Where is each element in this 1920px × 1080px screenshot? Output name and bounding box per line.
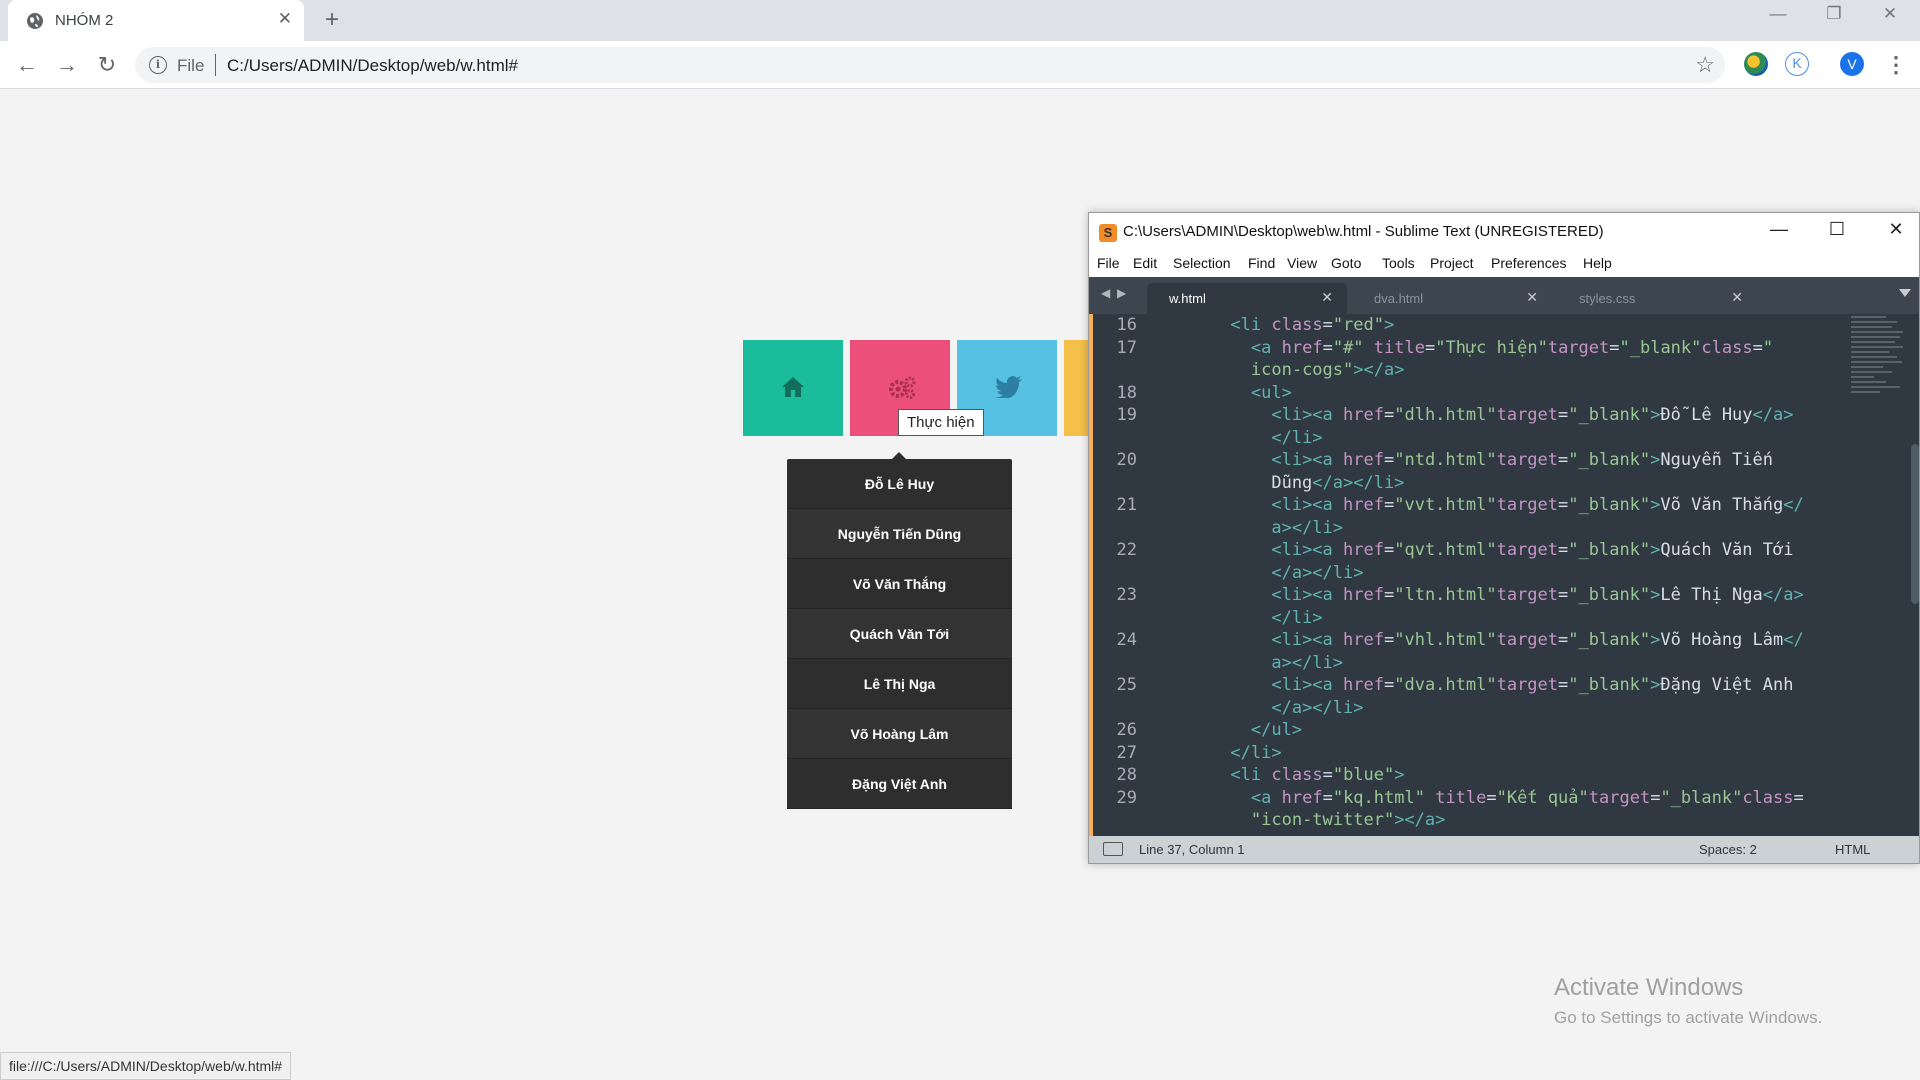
submenu-item[interactable]: Lê Thị Nga xyxy=(787,659,1012,709)
address-scheme: File xyxy=(177,56,205,75)
submenu-arrow xyxy=(892,452,906,459)
menu-view[interactable]: View xyxy=(1287,255,1317,271)
back-icon[interactable]: ← xyxy=(13,51,41,79)
activate-windows-subtitle: Go to Settings to activate Windows. xyxy=(1554,1008,1823,1027)
status-position: Line 37, Column 1 xyxy=(1139,842,1245,857)
sublime-maximize-icon[interactable]: ☐ xyxy=(1817,219,1857,240)
menu-project[interactable]: Project xyxy=(1430,255,1474,271)
submenu-item[interactable]: Võ Văn Thắng xyxy=(787,559,1012,609)
tab-nav-right-icon[interactable]: ▶ xyxy=(1117,286,1126,300)
tooltip: Thực hiện xyxy=(898,409,984,436)
sublime-window: S C:\Users\ADMIN\Desktop\web\w.html - Su… xyxy=(1088,212,1920,864)
tab-close-icon[interactable]: ✕ xyxy=(1526,289,1538,306)
cogs-icon xyxy=(889,376,916,399)
link-status-bar: file:///C:/Users/ADMIN/Desktop/web/w.htm… xyxy=(0,1052,292,1080)
chrome-menu-icon[interactable]: ⋮ xyxy=(1882,51,1910,79)
submenu-item[interactable]: Võ Hoàng Lâm xyxy=(787,709,1012,759)
menu-preferences[interactable]: Preferences xyxy=(1491,255,1566,271)
activate-windows-title: Activate Windows xyxy=(1554,974,1744,1001)
tab-close-icon[interactable]: ✕ xyxy=(1321,289,1333,306)
code-text[interactable]: 16 <li class="red"> 17 <a href="#" title… xyxy=(1095,314,1804,832)
sublime-tabbar: ◀ ▶ w.html ✕ dva.html ✕ styles.css ✕ xyxy=(1089,277,1919,314)
home-icon xyxy=(782,377,804,397)
tab-dva-html[interactable]: dva.html ✕ xyxy=(1352,283,1552,314)
address-url[interactable]: C:/Users/ADMIN/Desktop/web/w.html# xyxy=(227,56,518,76)
tab-list-dropdown-icon[interactable] xyxy=(1899,289,1911,297)
minimize-icon[interactable]: — xyxy=(1758,4,1798,24)
sublime-minimize-icon[interactable]: — xyxy=(1759,219,1799,240)
address-bar[interactable]: i File C:/Users/ADMIN/Desktop/web/w.html… xyxy=(135,47,1725,83)
close-window-icon[interactable]: ✕ xyxy=(1870,4,1910,24)
menu-edit[interactable]: Edit xyxy=(1133,255,1157,271)
menu-tools[interactable]: Tools xyxy=(1382,255,1415,271)
browser-toolbar: ← → ↻ i File C:/Users/ADMIN/Desktop/web/… xyxy=(0,41,1920,89)
restore-icon[interactable]: ❐ xyxy=(1814,4,1854,24)
menu-help[interactable]: Help xyxy=(1583,255,1612,271)
extension-k-icon[interactable]: K xyxy=(1785,52,1809,76)
tab-title: NHÓM 2 xyxy=(55,12,114,29)
address-separator xyxy=(215,54,216,76)
minimap[interactable] xyxy=(1851,316,1909,436)
menu-selection[interactable]: Selection xyxy=(1173,255,1231,271)
forward-icon[interactable]: → xyxy=(53,51,81,79)
browser-tab[interactable]: NHÓM 2 ✕ xyxy=(8,0,304,41)
submenu-item[interactable]: Đỗ Lê Huy xyxy=(787,459,1012,509)
dropdown-submenu: Đỗ Lê Huy Nguyễn Tiến Dũng Võ Văn Thắng … xyxy=(787,452,1012,809)
sublime-menubar: File Edit Selection Find View Goto Tools… xyxy=(1089,251,1919,277)
tab-styles-css[interactable]: styles.css ✕ xyxy=(1557,283,1757,314)
status-syntax[interactable]: HTML xyxy=(1835,842,1870,857)
extension-globe-icon[interactable] xyxy=(1744,52,1768,76)
tile-home[interactable] xyxy=(743,340,843,436)
sublime-close-icon[interactable]: ✕ xyxy=(1876,219,1916,240)
menu-file[interactable]: File xyxy=(1097,255,1120,271)
tab-label: w.html xyxy=(1169,291,1206,306)
tab-close-icon[interactable]: ✕ xyxy=(1731,289,1743,306)
new-tab-button[interactable]: + xyxy=(325,6,339,34)
panel-toggle-icon[interactable] xyxy=(1103,842,1123,856)
submenu-item[interactable]: Đặng Việt Anh xyxy=(787,759,1012,809)
sublime-logo-icon: S xyxy=(1099,224,1117,242)
sublime-statusbar: Line 37, Column 1 Spaces: 2 HTML xyxy=(1089,836,1919,863)
tab-label: dva.html xyxy=(1374,291,1424,306)
reload-icon[interactable]: ↻ xyxy=(93,51,121,79)
tab-w-html[interactable]: w.html ✕ xyxy=(1147,283,1347,314)
code-editor[interactable]: 16 <li class="red"> 17 <a href="#" title… xyxy=(1089,314,1919,836)
submenu-item[interactable]: Quách Văn Tới xyxy=(787,609,1012,659)
info-icon[interactable]: i xyxy=(149,56,167,74)
profile-avatar[interactable]: V xyxy=(1840,52,1864,76)
tab-label: styles.css xyxy=(1579,291,1636,306)
browser-tabstrip: NHÓM 2 ✕ + — ❐ ✕ xyxy=(0,0,1920,41)
sublime-titlebar: S C:\Users\ADMIN\Desktop\web\w.html - Su… xyxy=(1089,213,1919,251)
sublime-title: C:\Users\ADMIN\Desktop\web\w.html - Subl… xyxy=(1123,223,1604,240)
editor-scrollbar[interactable] xyxy=(1911,444,1919,604)
status-spaces[interactable]: Spaces: 2 xyxy=(1699,842,1757,857)
tile-partial[interactable] xyxy=(1064,340,1088,436)
bookmark-star-icon[interactable]: ☆ xyxy=(1695,52,1715,78)
tab-nav-left-icon[interactable]: ◀ xyxy=(1101,286,1110,300)
globe-icon xyxy=(27,13,43,29)
submenu-item[interactable]: Nguyễn Tiến Dũng xyxy=(787,509,1012,559)
modified-gutter-marker xyxy=(1089,314,1093,836)
close-tab-icon[interactable]: ✕ xyxy=(278,9,292,29)
menu-find[interactable]: Find xyxy=(1248,255,1275,271)
twitter-icon xyxy=(995,376,1022,398)
menu-goto[interactable]: Goto xyxy=(1331,255,1361,271)
